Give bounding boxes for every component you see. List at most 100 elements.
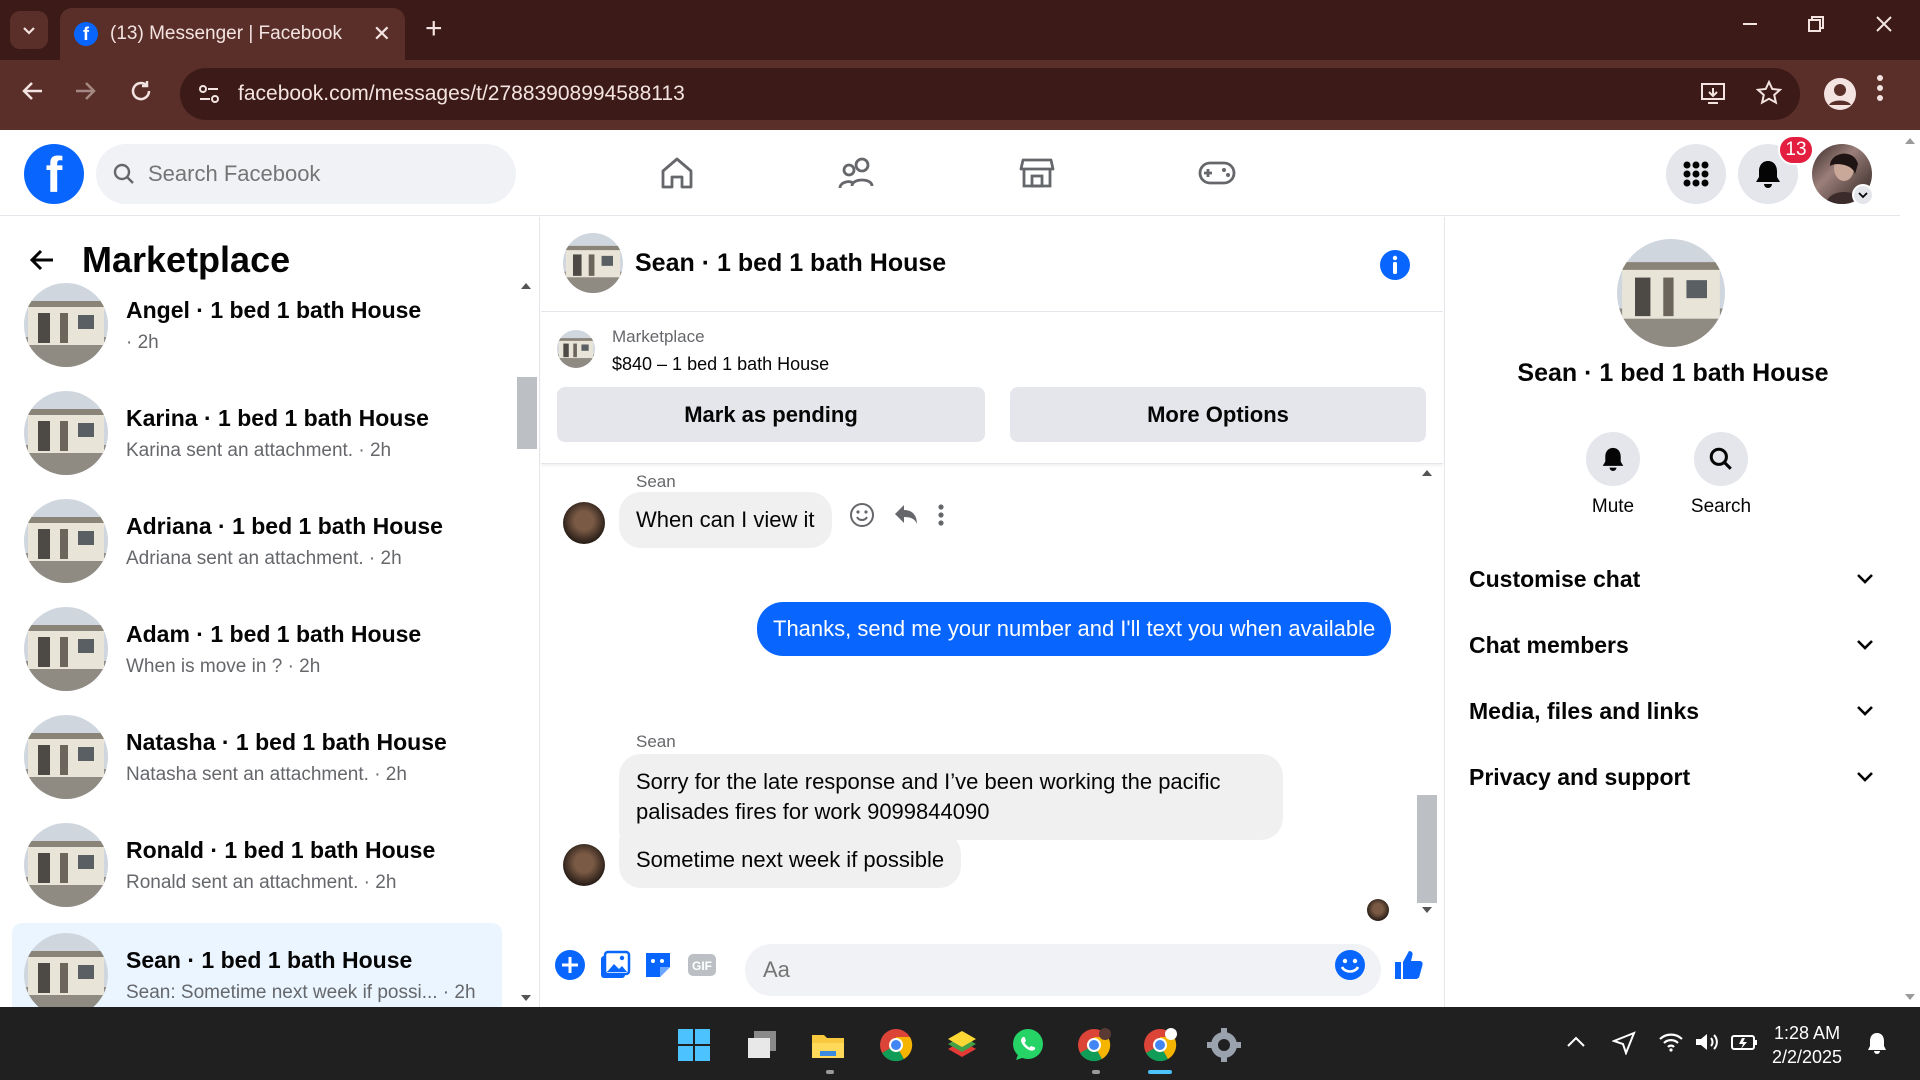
conversation-item-sean[interactable]: Sean · 1 bed 1 bath House Sean: Sometime … [12,923,502,1007]
notification-badge: 13 [1778,135,1814,165]
emoji-icon[interactable] [1333,948,1367,982]
marketplace-icon[interactable] [1012,150,1062,196]
conversation-name: Adam · 1 bed 1 bath House [126,620,422,647]
browser-menu-icon[interactable] [1876,74,1884,102]
profile-icon[interactable] [1822,76,1858,112]
chevron-up-icon[interactable] [1566,1035,1586,1049]
url-text[interactable]: facebook.com/messages/t/2788390899458811… [238,82,685,106]
mark-as-pending-button[interactable]: Mark as pending [557,387,985,442]
mute-label: Mute [1591,496,1635,517]
listing-thumbnail[interactable] [557,330,595,368]
incoming-message[interactable]: Sorry for the late response and I’ve bee… [619,754,1283,840]
more-options-button[interactable]: More Options [1010,387,1426,442]
bookmark-star-icon[interactable] [1756,80,1782,106]
conversation-item-adriana[interactable]: Adriana · 1 bed 1 bath House Adriana sent… [12,489,502,593]
listing-thumbnail [24,715,108,799]
grid-icon [1683,161,1709,187]
section-chat-members[interactable]: Chat members [1469,620,1874,670]
chevron-down-icon [1857,772,1873,782]
address-bar[interactable]: facebook.com/messages/t/2788390899458811… [180,68,1800,120]
notification-bell-icon[interactable] [1866,1031,1888,1055]
incoming-message[interactable]: Sometime next week if possible [619,832,962,888]
message-composer: GIF [541,924,1443,1007]
section-media-files-links[interactable]: Media, files and links [1469,686,1874,736]
gif-icon[interactable]: GIF [685,948,719,982]
conversation-name: Adriana · 1 bed 1 bath House [126,512,443,539]
conversation-item-ronald[interactable]: Ronald · 1 bed 1 bath House Ronald sent a… [12,813,502,917]
reload-icon[interactable] [128,78,154,104]
file-explorer-icon[interactable] [810,1027,846,1063]
message-input[interactable] [745,944,1381,996]
chat-title[interactable]: Sean · 1 bed 1 bath House [635,249,946,278]
task-view-icon[interactable] [744,1027,780,1063]
chrome-icon[interactable] [878,1027,914,1063]
conversation-item-angel[interactable]: Angel · 1 bed 1 bath House · 2h [12,273,502,377]
reply-icon[interactable] [893,503,919,527]
close-window-icon[interactable] [1874,14,1894,34]
restore-icon[interactable] [1806,14,1826,34]
system-clock[interactable]: 1:28 AM 2/2/2025 [1772,1021,1842,1069]
search-in-chat-button[interactable]: Search [1676,432,1766,518]
clock-time: 1:28 AM [1774,1023,1841,1043]
chat-thumbnail[interactable] [563,233,623,293]
settings-gear-icon[interactable] [1206,1027,1242,1063]
facebook-header: f 13 [0,130,1900,216]
seen-avatar [1367,899,1389,921]
info-icon[interactable] [1379,249,1411,281]
battery-icon[interactable] [1730,1031,1758,1053]
back-arrow-icon[interactable] [20,78,46,104]
listing-thumbnail [24,499,108,583]
friends-icon[interactable] [832,150,882,196]
gaming-icon[interactable] [1192,150,1242,196]
site-info-icon[interactable] [194,79,224,109]
bluestacks-icon[interactable] [944,1027,980,1063]
thumbs-up-icon[interactable] [1391,948,1425,982]
whatsapp-icon[interactable] [1010,1027,1046,1063]
chevron-down-icon[interactable] [1852,184,1874,206]
conversation-item-karina[interactable]: Karina · 1 bed 1 bath House Karina sent a… [12,381,502,485]
photo-icon[interactable] [597,948,631,982]
section-customise-chat[interactable]: Customise chat [1469,554,1874,604]
search-label: Search [1690,496,1752,517]
tab-close-icon[interactable]: ✕ [373,21,391,47]
conversation-preview: Adriana sent an attachment. · 2h [126,547,402,569]
conversation-item-adam[interactable]: Adam · 1 bed 1 bath House When is move in… [12,597,502,701]
home-icon[interactable] [652,150,702,196]
svg-text:GIF: GIF [692,959,712,973]
react-smiley-icon[interactable] [849,502,875,528]
page-scrollbar[interactable] [1900,130,1920,1007]
wifi-icon[interactable] [1658,1031,1684,1053]
install-app-icon[interactable] [1700,80,1726,106]
conversation-preview: Karina sent an attachment. · 2h [126,439,392,461]
volume-icon[interactable] [1694,1031,1720,1053]
chrome-profile-icon[interactable] [1076,1027,1112,1063]
section-privacy-support[interactable]: Privacy and support [1469,752,1874,802]
search-input[interactable] [148,161,478,187]
conversation-item-natasha[interactable]: Natasha · 1 bed 1 bath House Natasha sent… [12,705,502,809]
search-box[interactable] [96,144,516,204]
scrollbar-thumb[interactable] [517,377,537,449]
browser-tab-messenger[interactable]: f (13) Messenger | Facebook ✕ [60,8,405,60]
forward-arrow-icon[interactable] [72,78,98,104]
location-arrow-icon[interactable] [1612,1031,1636,1055]
outgoing-message[interactable]: Thanks, send me your number and I'll tex… [757,602,1392,656]
facebook-logo-icon[interactable]: f [24,144,84,204]
scrollbar-thumb[interactable] [1417,795,1437,903]
listing-source: Marketplace [612,327,705,346]
back-arrow-icon[interactable] [28,246,56,274]
new-tab-button[interactable]: + [425,14,443,44]
mute-button[interactable]: Mute [1568,432,1658,518]
menu-grid-button[interactable] [1666,144,1726,204]
more-vertical-icon[interactable] [937,503,945,527]
windows-start-icon[interactable] [676,1027,712,1063]
sender-avatar[interactable] [563,844,605,886]
plus-circle-icon[interactable] [553,948,587,982]
sticker-icon[interactable] [641,948,675,982]
tab-title: (13) Messenger | Facebook [110,23,342,44]
sender-avatar[interactable] [563,502,605,544]
minimize-icon[interactable] [1740,14,1760,34]
tab-search-button[interactable] [10,11,48,49]
incoming-message[interactable]: When can I view it [619,492,832,548]
listing-title[interactable]: $840 – 1 bed 1 bath House [612,354,829,375]
chrome-active-icon[interactable] [1142,1027,1178,1063]
